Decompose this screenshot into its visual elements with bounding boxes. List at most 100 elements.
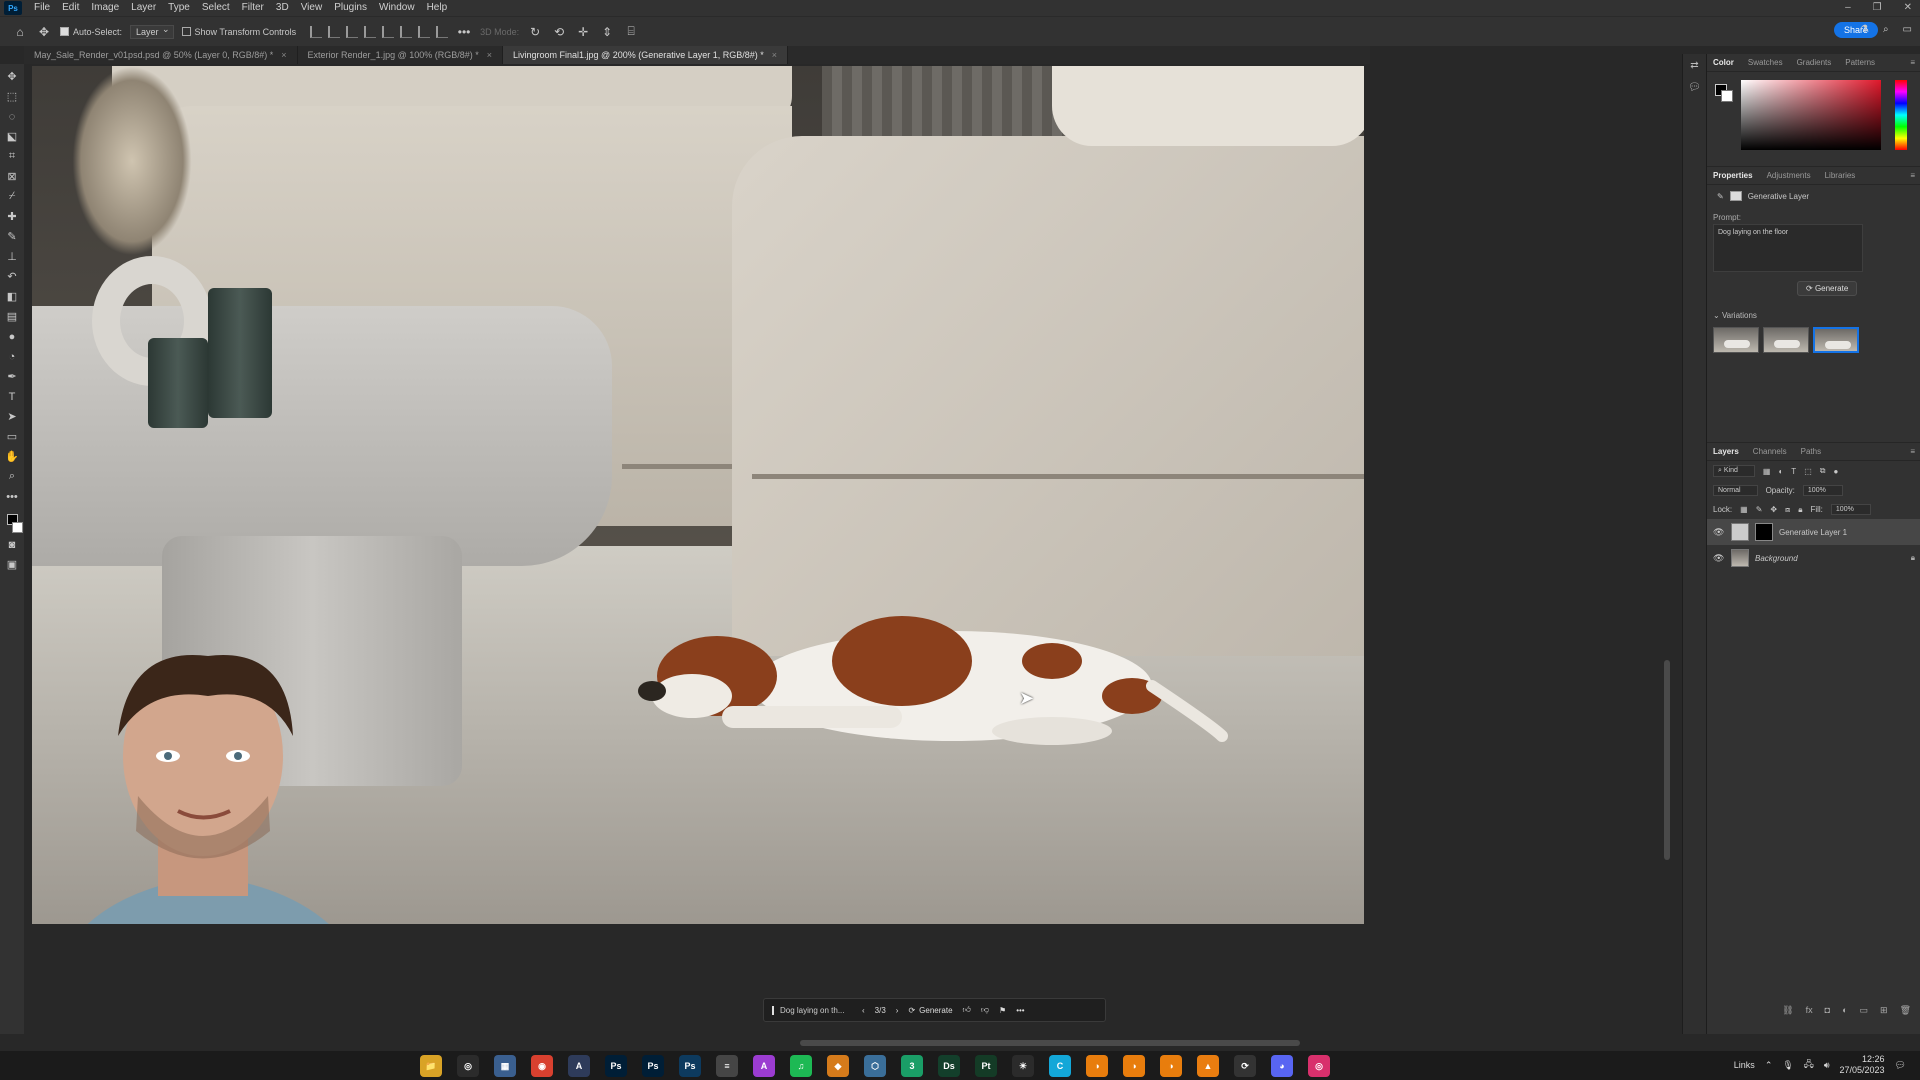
close-icon[interactable]: ×	[281, 46, 286, 64]
filter-toggle-icon[interactable]: ●	[1833, 467, 1838, 476]
filter-adjustment-icon[interactable]: ◐	[1778, 467, 1783, 476]
move-tool-icon[interactable]: ✥	[36, 24, 52, 40]
gradient-tool-icon[interactable]: ▤	[3, 308, 21, 325]
object-select-tool-icon[interactable]: ⬕	[3, 128, 21, 145]
workspace-icon[interactable]: ▭	[1903, 24, 1912, 35]
frame-tool-icon[interactable]: ⊠	[3, 168, 21, 185]
transform-controls-checkbox[interactable]: Show Transform Controls	[181, 27, 296, 37]
document-image[interactable]	[32, 66, 1364, 924]
clock[interactable]: 12:26 27/05/2023	[1840, 1054, 1885, 1076]
filter-smart-icon[interactable]: ⧉	[1820, 466, 1826, 476]
search-icon[interactable]: ⌕	[1883, 24, 1889, 35]
tab-adjustments[interactable]: Adjustments	[1767, 171, 1811, 180]
tab-swatches[interactable]: Swatches	[1748, 58, 1783, 67]
adjustment-layer-icon[interactable]: ◐	[1842, 1005, 1847, 1016]
spotify-icon[interactable]: ♫	[790, 1055, 812, 1077]
sync-icon[interactable]: ⟳	[1234, 1055, 1256, 1077]
lock-transparent-icon[interactable]: ▦	[1740, 505, 1748, 514]
tab-livingroom-final[interactable]: Livingroom Final1.jpg @ 200% (Generative…	[503, 46, 789, 64]
tab-patterns[interactable]: Patterns	[1845, 58, 1875, 67]
lock-all-icon[interactable]: 🔒︎	[1798, 505, 1802, 515]
more-options-icon[interactable]: •••	[1016, 1006, 1024, 1015]
app-icon-5[interactable]: A	[568, 1055, 590, 1077]
dimension-icon[interactable]: Ds	[938, 1055, 960, 1077]
c-icon[interactable]: C	[1049, 1055, 1071, 1077]
instagram-icon[interactable]: ◎	[1308, 1055, 1330, 1077]
filter-type-icon[interactable]: T	[1791, 467, 1796, 476]
zoom-tool-icon[interactable]: ⌕	[3, 468, 21, 485]
painter-icon[interactable]: Pt	[975, 1055, 997, 1077]
tab-may-sale-render[interactable]: May_Sale_Render_v01psd.psd @ 50% (Layer …	[24, 46, 298, 64]
type-tool-icon[interactable]: T	[3, 388, 21, 405]
filter-pixel-icon[interactable]: ▦	[1763, 467, 1771, 476]
opacity-input[interactable]: 100%	[1802, 485, 1843, 496]
menu-help[interactable]: Help	[421, 0, 454, 16]
app-icon-3[interactable]: 3	[901, 1055, 923, 1077]
variation-thumbnail-3[interactable]	[1813, 327, 1859, 353]
lock-position-icon[interactable]: ✥	[1770, 505, 1777, 514]
close-icon[interactable]: ✕	[1904, 0, 1912, 16]
filter-shape-icon[interactable]: ⬚	[1804, 467, 1812, 476]
sun-icon[interactable]: ☀	[1012, 1055, 1034, 1077]
vlc-icon[interactable]: ▲	[1197, 1055, 1219, 1077]
variations-header[interactable]: ⌄ Variations	[1713, 311, 1757, 320]
close-icon[interactable]: ×	[487, 46, 492, 64]
volume-icon[interactable]: 🔊︎	[1824, 1060, 1830, 1071]
pen-tool-icon[interactable]: ✒	[3, 368, 21, 385]
menu-edit[interactable]: Edit	[56, 0, 85, 16]
hand-tool-icon[interactable]: ✋	[3, 448, 21, 465]
links-label[interactable]: Links	[1734, 1060, 1755, 1070]
more-tools-icon[interactable]: •••	[3, 488, 21, 505]
fill-input[interactable]: 100%	[1830, 504, 1871, 515]
distribute-vertical-icon[interactable]	[436, 25, 449, 38]
menu-plugins[interactable]: Plugins	[328, 0, 373, 16]
menu-file[interactable]: File	[28, 0, 56, 16]
lock-pixels-icon[interactable]: ✎	[1756, 505, 1763, 514]
blur-tool-icon[interactable]: ●	[3, 328, 21, 345]
color-picker-field[interactable]	[1741, 80, 1881, 150]
panel-menu-icon[interactable]: ≡	[1910, 171, 1915, 180]
tab-paths[interactable]: Paths	[1801, 447, 1821, 456]
quick-mask-icon[interactable]: ◙	[3, 536, 21, 553]
healing-brush-icon[interactable]: ✚	[3, 208, 21, 225]
notifications-icon[interactable]: 💬︎	[1895, 1060, 1906, 1071]
chevron-up-icon[interactable]: ⌃	[1765, 1060, 1773, 1071]
align-bottom-icon[interactable]	[418, 25, 431, 38]
chrome-icon[interactable]: ◉	[531, 1055, 553, 1077]
affinity-icon[interactable]: A	[753, 1055, 775, 1077]
background-color-swatch[interactable]	[11, 522, 23, 533]
align-center-icon[interactable]	[328, 25, 341, 38]
canvas-area[interactable]: ➤	[24, 64, 1370, 1034]
variation-thumbnail-2[interactable]	[1763, 327, 1809, 353]
stamp-tool-icon[interactable]: ⊥	[3, 248, 21, 265]
generate-button[interactable]: ⟳ Generate	[1797, 281, 1858, 296]
restore-icon[interactable]: ❐	[1873, 0, 1882, 16]
prompt-input[interactable]: Dog laying on the floor	[1713, 224, 1863, 272]
align-top-icon[interactable]	[382, 25, 395, 38]
tab-libraries[interactable]: Libraries	[1825, 171, 1856, 180]
align-right-icon[interactable]	[346, 25, 359, 38]
menu-type[interactable]: Type	[162, 0, 196, 16]
photoshop-icon-2[interactable]: Ps	[642, 1055, 664, 1077]
home-icon[interactable]: ⌂	[12, 24, 28, 40]
visibility-eye-icon[interactable]: 👁︎	[1713, 527, 1725, 538]
align-middle-icon[interactable]	[400, 25, 413, 38]
menu-layer[interactable]: Layer	[125, 0, 162, 16]
thumbs-up-icon[interactable]: 👍︎	[963, 1005, 971, 1015]
thumbs-down-icon[interactable]: 👎︎	[981, 1005, 989, 1015]
box-icon[interactable]: ◆	[827, 1055, 849, 1077]
layer-mask-thumbnail[interactable]	[1755, 523, 1773, 541]
tab-channels[interactable]: Channels	[1753, 447, 1787, 456]
tab-color[interactable]: Color	[1713, 58, 1734, 67]
distribute-icon[interactable]	[364, 25, 377, 38]
history-brush-icon[interactable]: ↶	[3, 268, 21, 285]
file-explorer-icon[interactable]: 📁	[420, 1055, 442, 1077]
blender-icon-1[interactable]: ◑	[1086, 1055, 1108, 1077]
close-icon[interactable]: ×	[772, 46, 777, 64]
menu-view[interactable]: View	[295, 0, 329, 16]
menu-filter[interactable]: Filter	[236, 0, 270, 16]
photoshop-icon-1[interactable]: Ps	[605, 1055, 627, 1077]
tab-properties[interactable]: Properties	[1713, 171, 1753, 180]
prompt-preview[interactable]: Dog laying on th...	[772, 1005, 852, 1015]
blender-icon-3[interactable]: ◑	[1160, 1055, 1182, 1077]
